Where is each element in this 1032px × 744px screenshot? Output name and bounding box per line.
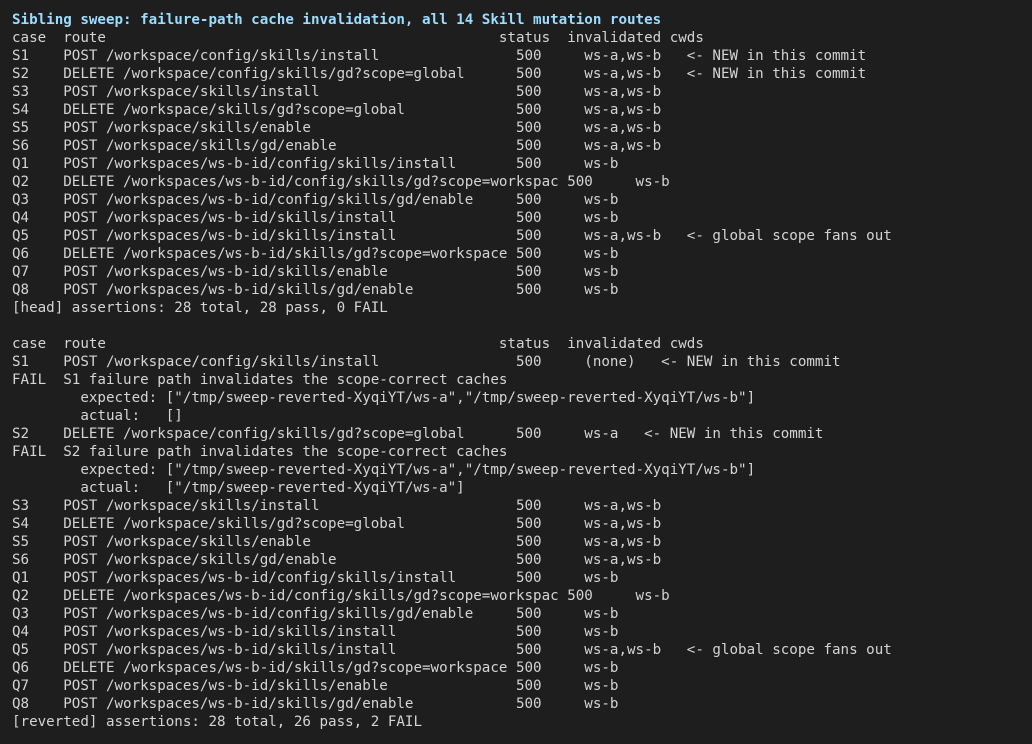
output-line: S1 POST /workspace/config/skills/install… <box>12 48 867 64</box>
terminal-output: Sibling sweep: failure-path cache invali… <box>12 11 1028 731</box>
output-line: FAIL S2 failure path invalidates the sco… <box>12 444 508 460</box>
output-line: expected: ["/tmp/sweep-reverted-XyqiYT/w… <box>12 462 756 478</box>
output-line: [head] assertions: 28 total, 28 pass, 0 … <box>12 300 388 316</box>
output-line: S5 POST /workspace/skills/enable 500 ws-… <box>12 534 662 550</box>
output-line: actual: [] <box>12 408 183 424</box>
output-line: Q5 POST /workspaces/ws-b-id/skills/insta… <box>12 642 892 658</box>
output-line: Q6 DELETE /workspaces/ws-b-id/skills/gd?… <box>12 660 619 676</box>
output-line: Q8 POST /workspaces/ws-b-id/skills/gd/en… <box>12 282 619 298</box>
output-line: actual: ["/tmp/sweep-reverted-XyqiYT/ws-… <box>12 480 465 496</box>
output-line: S4 DELETE /workspace/skills/gd?scope=glo… <box>12 102 662 118</box>
output-line: S6 POST /workspace/skills/gd/enable 500 … <box>12 552 662 568</box>
output-line: S2 DELETE /workspace/config/skills/gd?sc… <box>12 66 867 82</box>
output-line: S6 POST /workspace/skills/gd/enable 500 … <box>12 138 662 154</box>
output-line: Q6 DELETE /workspaces/ws-b-id/skills/gd?… <box>12 246 619 262</box>
output-line: Q4 POST /workspaces/ws-b-id/skills/insta… <box>12 210 619 226</box>
output-line: Q3 POST /workspaces/ws-b-id/config/skill… <box>12 606 619 622</box>
output-line: Q5 POST /workspaces/ws-b-id/skills/insta… <box>12 228 892 244</box>
output-line: Q1 POST /workspaces/ws-b-id/config/skill… <box>12 156 619 172</box>
output-line: Q2 DELETE /workspaces/ws-b-id/config/ski… <box>12 588 670 604</box>
output-lines: case route status invalidated cwds S1 POS… <box>12 29 1028 731</box>
output-line: S5 POST /workspace/skills/enable 500 ws-… <box>12 120 662 136</box>
output-line: Q1 POST /workspaces/ws-b-id/config/skill… <box>12 570 619 586</box>
output-line: S2 DELETE /workspace/config/skills/gd?sc… <box>12 426 824 442</box>
output-line: Q3 POST /workspaces/ws-b-id/config/skill… <box>12 192 619 208</box>
output-line: FAIL S1 failure path invalidates the sco… <box>12 372 508 388</box>
output-line: S4 DELETE /workspace/skills/gd?scope=glo… <box>12 516 662 532</box>
output-line: expected: ["/tmp/sweep-reverted-XyqiYT/w… <box>12 390 756 406</box>
output-line: Q2 DELETE /workspaces/ws-b-id/config/ski… <box>12 174 670 190</box>
output-line: case route status invalidated cwds <box>12 30 704 46</box>
sweep-title: Sibling sweep: failure-path cache invali… <box>12 12 662 28</box>
output-line: S1 POST /workspace/config/skills/install… <box>12 354 841 370</box>
output-line: case route status invalidated cwds <box>12 336 704 352</box>
output-line: [reverted] assertions: 28 total, 26 pass… <box>12 714 422 730</box>
output-line: Q7 POST /workspaces/ws-b-id/skills/enabl… <box>12 264 619 280</box>
output-line: S3 POST /workspace/skills/install 500 ws… <box>12 84 662 100</box>
output-line: S3 POST /workspace/skills/install 500 ws… <box>12 498 662 514</box>
output-line: Q7 POST /workspaces/ws-b-id/skills/enabl… <box>12 678 619 694</box>
output-line: Q8 POST /workspaces/ws-b-id/skills/gd/en… <box>12 696 619 712</box>
output-line: Q4 POST /workspaces/ws-b-id/skills/insta… <box>12 624 619 640</box>
